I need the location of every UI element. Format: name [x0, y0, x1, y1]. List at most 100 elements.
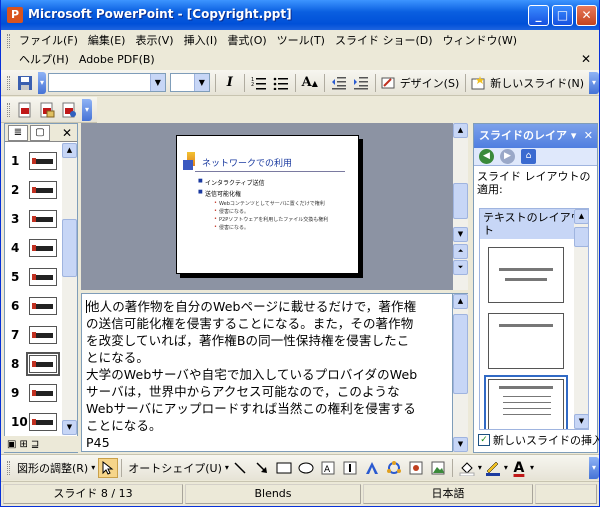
slide-thumbnail-image[interactable] — [29, 181, 57, 199]
numbered-list-icon[interactable]: 12 — [248, 72, 270, 94]
chevron-down-icon[interactable]: ▼ — [149, 74, 165, 91]
next-slide-icon[interactable]: ⏷ — [453, 260, 468, 275]
task-pane-close-icon[interactable]: ✕ — [584, 124, 593, 148]
slides-tab-icon[interactable]: ▢ — [30, 124, 50, 141]
scroll-up-icon[interactable]: ▲ — [453, 123, 468, 138]
menu-edit[interactable]: 編集(E) — [83, 31, 131, 50]
slide-thumbnail[interactable]: 3 — [5, 208, 63, 230]
menu-format[interactable]: 書式(O) — [222, 31, 271, 50]
menu-tools[interactable]: ツール(T) — [272, 31, 330, 50]
font-name-combo[interactable]: ▼ — [47, 73, 166, 92]
scroll-up-icon[interactable]: ▲ — [62, 143, 77, 158]
toolbar-options-chevron-icon[interactable]: ▾ — [589, 456, 599, 479]
scroll-thumb[interactable] — [62, 219, 77, 277]
chevron-down-icon[interactable]: ▾ — [91, 463, 95, 472]
insert-new-slide-checkbox[interactable]: ✓ — [478, 434, 490, 446]
back-icon[interactable]: ◀ — [479, 149, 494, 164]
menu-insert[interactable]: 挿入(I) — [179, 31, 223, 50]
slide-thumbnail[interactable]: 1 — [5, 150, 63, 172]
diagram-icon[interactable] — [383, 457, 405, 479]
decrease-indent-icon[interactable] — [328, 72, 350, 94]
vertical-text-box-icon[interactable] — [339, 457, 361, 479]
toolbar-grip[interactable] — [7, 75, 10, 90]
slide-thumbnail[interactable]: 2 — [5, 179, 63, 201]
menu-help[interactable]: ヘルプ(H) — [14, 50, 74, 69]
line-tool-icon[interactable] — [229, 457, 251, 479]
increase-indent-icon[interactable] — [350, 72, 372, 94]
slide-thumbnail-image[interactable] — [29, 268, 57, 286]
slide-thumbnail-image[interactable] — [26, 352, 60, 376]
scroll-up-icon[interactable]: ▲ — [574, 209, 588, 224]
font-size-combo[interactable]: ▼ — [169, 73, 210, 92]
notes-text[interactable]: 他人の著作物を自分のWebページに載せるだけで，著作権 の送信可能化権を侵害するこ… — [86, 298, 448, 451]
toolbar-grip[interactable] — [7, 460, 10, 475]
title-bar[interactable]: P Microsoft PowerPoint - [Copyright.ppt]… — [1, 0, 599, 30]
menu-file[interactable]: ファイル(F) — [14, 31, 83, 50]
pane-close-icon[interactable]: ✕ — [62, 126, 72, 140]
home-icon[interactable]: ⌂ — [521, 149, 536, 164]
save-icon[interactable] — [14, 72, 36, 94]
forward-icon[interactable]: ▶ — [500, 149, 515, 164]
current-slide[interactable]: ネットワークでの利用 インタラクティブ送信送信可能化権 Webコンテンツとしてサー… — [176, 135, 359, 274]
menu-grip[interactable] — [7, 33, 10, 48]
oval-tool-icon[interactable] — [295, 457, 317, 479]
design-icon[interactable] — [379, 72, 397, 94]
slide-thumbnail-image[interactable] — [29, 239, 57, 257]
slide-thumbnail[interactable]: 5 — [5, 266, 63, 288]
toolbar-grip[interactable] — [7, 102, 10, 117]
autoshapes-menu[interactable]: オートシェイプ(U) — [125, 460, 225, 476]
thumbnails-scrollbar[interactable]: ▲ ▼ — [62, 143, 77, 435]
new-slide-icon[interactable] — [469, 72, 487, 94]
slideshow-view-icon[interactable]: ⊒ — [31, 439, 39, 450]
layout-title-text-selected[interactable] — [484, 375, 568, 429]
pdf-review-icon[interactable] — [58, 99, 80, 121]
slide-thumbnail-image[interactable] — [29, 413, 57, 431]
clip-art-icon[interactable] — [405, 457, 427, 479]
slide-thumbnail-image[interactable] — [29, 297, 57, 315]
font-color-icon[interactable]: A — [508, 457, 530, 479]
notes-pane[interactable]: 他人の著作物を自分のWebページに載せるだけで，著作権 の送信可能化権を侵害するこ… — [81, 293, 453, 452]
scroll-down-icon[interactable]: ▼ — [574, 414, 588, 429]
design-button[interactable]: デザイン(S) — [397, 75, 463, 91]
task-pane-header[interactable]: スライドのレイア ▾ ✕ — [474, 124, 597, 148]
fill-color-icon[interactable] — [456, 457, 478, 479]
scroll-down-icon[interactable]: ▼ — [453, 227, 468, 242]
insert-picture-icon[interactable] — [427, 457, 449, 479]
slide-sorter-view-icon[interactable]: ⊞ — [19, 439, 27, 450]
layout-title-only[interactable] — [488, 247, 564, 303]
slide-thumbnail[interactable]: 7 — [5, 324, 63, 346]
line-color-icon[interactable] — [482, 457, 504, 479]
slide-thumbnail[interactable]: 10 — [5, 411, 63, 433]
scroll-thumb[interactable] — [453, 314, 468, 394]
slide-thumbnail[interactable]: 6 — [5, 295, 63, 317]
toolbar-options-chevron-icon[interactable]: ▾ — [82, 98, 92, 121]
layout-title[interactable] — [488, 313, 564, 369]
menu-window[interactable]: ウィンドウ(W) — [438, 31, 522, 50]
arrow-tool-icon[interactable] — [251, 457, 273, 479]
scroll-down-icon[interactable]: ▼ — [453, 437, 468, 452]
slide-thumbnail-image[interactable] — [29, 210, 57, 228]
scroll-thumb[interactable] — [453, 183, 468, 219]
gallery-scrollbar[interactable]: ▲ ▼ — [574, 209, 588, 429]
scroll-up-icon[interactable]: ▲ — [453, 294, 468, 309]
select-objects-icon[interactable] — [98, 457, 119, 478]
outline-tab-icon[interactable]: ≣ — [8, 124, 28, 141]
increase-font-size-icon[interactable]: A ▲ — [299, 72, 321, 94]
minimize-button[interactable]: _ — [528, 5, 549, 26]
slide-thumbnail[interactable]: 9 — [5, 382, 63, 404]
slide-thumbnail[interactable]: 8 — [5, 352, 63, 376]
scroll-thumb[interactable] — [574, 227, 588, 247]
convert-to-pdf-icon[interactable] — [14, 99, 36, 121]
scroll-down-icon[interactable]: ▼ — [62, 420, 77, 435]
pdf-email-icon[interactable] — [36, 99, 58, 121]
menu-slideshow[interactable]: スライド ショー(D) — [330, 31, 438, 50]
menu-view[interactable]: 表示(V) — [130, 31, 178, 50]
normal-view-icon[interactable]: ▣ — [7, 439, 16, 450]
menu-adobe-pdf[interactable]: Adobe PDF(B) — [74, 50, 160, 69]
previous-slide-icon[interactable]: ⏶ — [453, 244, 468, 259]
toolbar-options-chevron-icon[interactable]: ▾ — [589, 71, 599, 94]
toolbar-options-chevron-icon[interactable]: ▾ — [37, 71, 46, 94]
maximize-button[interactable]: □ — [552, 5, 573, 26]
text-box-icon[interactable]: A — [317, 457, 339, 479]
draw-adjust-menu[interactable]: 図形の調整(R) — [14, 460, 91, 476]
